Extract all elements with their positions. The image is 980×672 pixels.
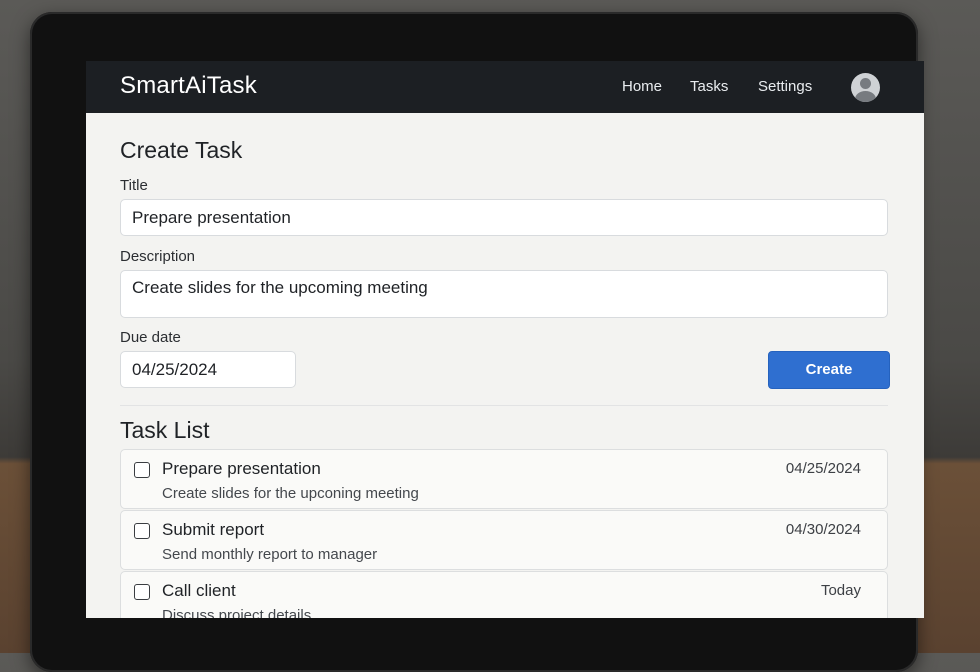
due-date-label: Due date [120, 329, 181, 346]
task-description: Send monthly report to manager [162, 546, 378, 563]
divider [120, 405, 888, 406]
nav-tasks[interactable]: Tasks [690, 78, 728, 95]
task-list-heading: Task List [120, 417, 210, 443]
task-item[interactable]: Submit report Send monthly report to man… [120, 510, 888, 570]
description-input[interactable]: Create slides for the upcoming meeting [120, 270, 888, 318]
avatar-shoulders [855, 91, 876, 102]
user-avatar-icon[interactable] [851, 73, 880, 102]
create-button[interactable]: Create [768, 351, 890, 389]
description-label: Description [120, 248, 196, 265]
task-list: Prepare presentation Create slides for t… [120, 449, 888, 618]
navbar: SmartAiTask Home Tasks Settings [86, 61, 924, 113]
laptop-frame: SmartAiTask Home Tasks Settings Create T… [30, 12, 924, 672]
brand-logo[interactable]: SmartAiTask [120, 72, 257, 100]
task-item[interactable]: Call client Discuss project details Toda… [120, 571, 888, 618]
create-task-heading: Create Task [120, 137, 243, 163]
task-title: Submit report [162, 520, 265, 539]
title-input[interactable]: Prepare presentation [120, 199, 888, 236]
task-checkbox[interactable] [134, 584, 150, 600]
task-item[interactable]: Prepare presentation Create slides for t… [120, 449, 888, 509]
app-screen: SmartAiTask Home Tasks Settings Create T… [86, 61, 924, 618]
task-title: Call client [162, 581, 236, 600]
task-title: Prepare presentation [162, 459, 321, 478]
task-checkbox[interactable] [134, 523, 150, 539]
task-description: Discuss project details [162, 607, 312, 618]
avatar-head [860, 78, 871, 89]
task-date: Today [820, 582, 861, 599]
task-date: 04/25/2024 [785, 460, 861, 477]
task-checkbox[interactable] [134, 462, 150, 478]
nav-home[interactable]: Home [622, 78, 662, 95]
title-label: Title [120, 177, 148, 194]
nav-settings[interactable]: Settings [758, 78, 812, 95]
due-date-input[interactable]: 04/25/2024 [120, 351, 296, 388]
task-date: 04/30/2024 [785, 521, 861, 538]
task-description: Create slides for the upconing meeting [162, 485, 419, 502]
